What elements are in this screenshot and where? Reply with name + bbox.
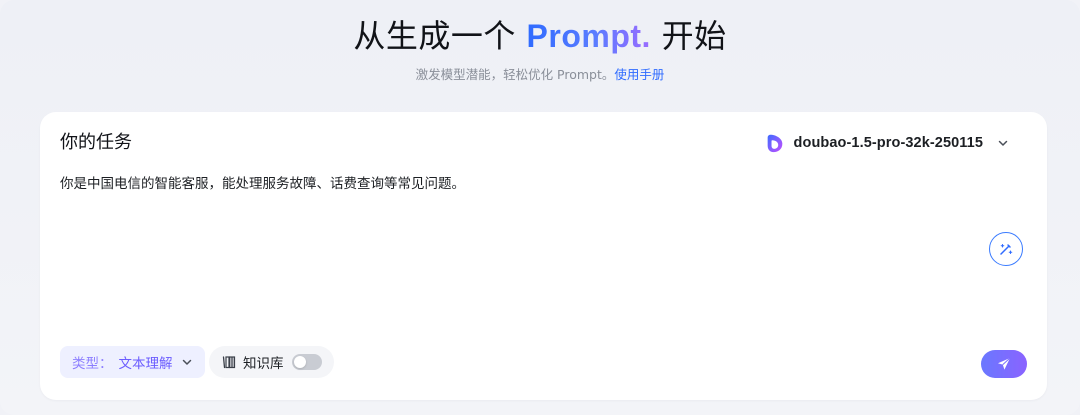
- model-selector[interactable]: doubao-1.5-pro-32k-250115: [764, 130, 1009, 156]
- model-name: doubao-1.5-pro-32k-250115: [793, 135, 983, 151]
- type-value: 文本理解: [118, 356, 173, 372]
- app-root: 从生成一个 Prompt. 开始 激发模型潜能，轻松优化 Prompt。使用手册…: [0, 0, 1080, 415]
- title-suffix: 开始: [661, 17, 727, 55]
- send-icon: [998, 357, 1011, 370]
- magic-wand-icon: [1000, 243, 1013, 255]
- subtitle-text: 激发模型潜能，轻松优化 Prompt。: [415, 67, 615, 82]
- page-title: 从生成一个 Prompt. 开始: [0, 14, 1080, 58]
- task-card: 你的任务 doubao-1.5-pro-32k-250115 你是中国电信的智能…: [40, 112, 1047, 400]
- knowledge-base-control: 知识库: [209, 346, 334, 378]
- chevron-down-icon: [998, 140, 1008, 146]
- send-button[interactable]: [981, 350, 1027, 378]
- manual-link[interactable]: 使用手册: [614, 67, 664, 82]
- title-brand: Prompt.: [526, 18, 651, 54]
- task-input[interactable]: 你是中国电信的智能客服，能处理服务故障、话费查询等常见问题。: [60, 174, 987, 194]
- page-subtitle: 激发模型潜能，轻松优化 Prompt。使用手册: [0, 66, 1080, 84]
- doubao-logo-icon: [767, 134, 782, 153]
- toggle-knob: [293, 356, 306, 368]
- knowledge-base-label: 知识库: [243, 356, 284, 372]
- task-card-title: 你的任务: [60, 132, 132, 153]
- title-prefix: 从生成一个: [353, 17, 516, 55]
- knowledge-base-toggle[interactable]: [291, 354, 322, 370]
- chevron-down-icon: [182, 359, 191, 365]
- type-label: 类型：: [72, 356, 113, 372]
- library-books-icon: [222, 356, 236, 369]
- type-selector[interactable]: 类型： 文本理解: [60, 346, 205, 378]
- optimize-button[interactable]: [989, 232, 1023, 266]
